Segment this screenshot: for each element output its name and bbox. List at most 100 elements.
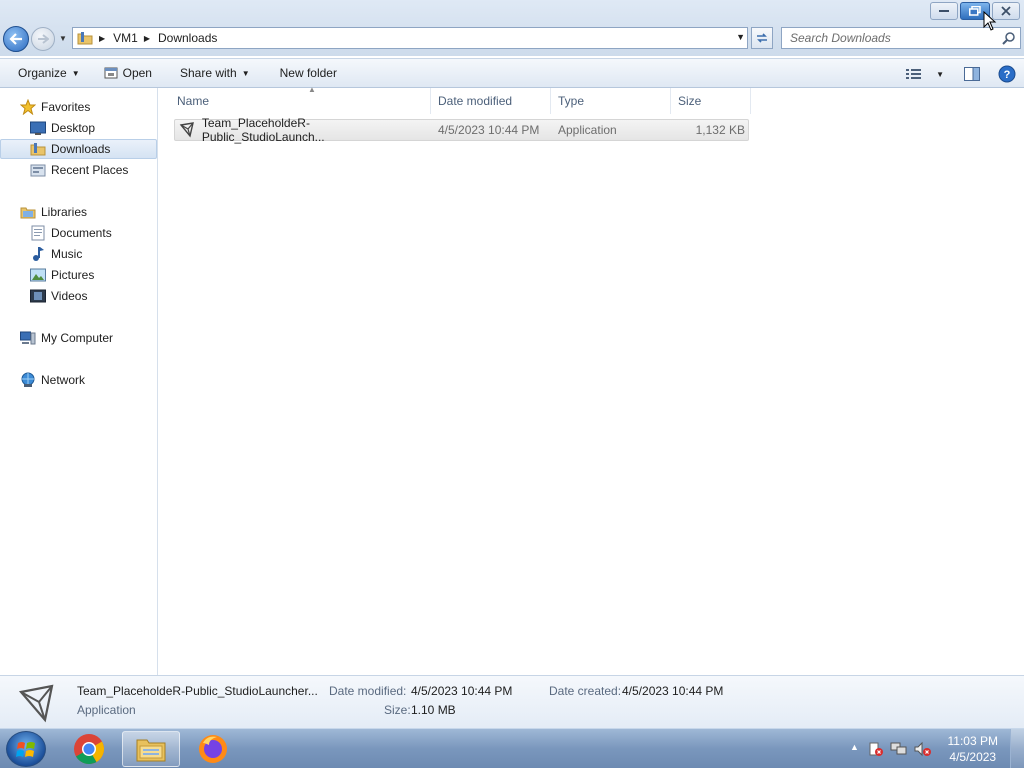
share-with-label: Share with bbox=[179, 66, 237, 80]
sidebar-item-favorites[interactable]: Favorites bbox=[0, 97, 157, 117]
taskbar-chrome[interactable] bbox=[60, 731, 118, 767]
pictures-icon bbox=[30, 267, 46, 283]
column-header-label: Size bbox=[678, 94, 702, 108]
sort-ascending-icon: ▲ bbox=[308, 85, 316, 94]
sidebar-item-network[interactable]: Network bbox=[0, 370, 157, 390]
mouse-cursor-icon bbox=[983, 11, 997, 31]
search-input[interactable] bbox=[782, 28, 992, 48]
unity-app-large-icon bbox=[18, 684, 54, 723]
column-header-date-modified[interactable]: Date modified bbox=[432, 88, 551, 114]
chrome-icon bbox=[74, 734, 105, 765]
details-date-modified-label: Date modified: bbox=[329, 684, 407, 698]
refresh-icon bbox=[757, 33, 767, 43]
address-bar[interactable]: ▶ VM1 ▶ Downloads ▼ bbox=[72, 27, 748, 49]
file-date-modified: 4/5/2023 10:44 PM bbox=[438, 123, 540, 137]
sidebar-item-recent-places[interactable]: Recent Places bbox=[0, 160, 157, 180]
details-pane: Team_PlaceholdeR-Public_StudioLauncher..… bbox=[0, 675, 1024, 728]
firefox-icon bbox=[199, 735, 227, 763]
view-controls: ▼ ? bbox=[896, 62, 1016, 86]
file-size: 1,132 KB bbox=[695, 123, 745, 137]
change-view-button[interactable]: ▼ bbox=[906, 62, 944, 86]
computer-icon bbox=[20, 330, 36, 346]
start-button[interactable] bbox=[6, 731, 46, 767]
breadcrumb-separator-icon[interactable]: ▶ bbox=[99, 34, 105, 43]
address-dropdown-icon[interactable]: ▼ bbox=[736, 32, 745, 42]
sidebar-item-downloads[interactable]: Downloads bbox=[0, 139, 157, 159]
recent-places-icon bbox=[30, 162, 46, 178]
sidebar-item-label: Desktop bbox=[51, 121, 96, 135]
column-header-name[interactable]: Name ▲ bbox=[171, 85, 431, 114]
details-date-modified: 4/5/2023 10:44 PM bbox=[411, 684, 513, 698]
details-date-created-label: Date created: bbox=[549, 684, 622, 698]
sidebar-item-label: Videos bbox=[51, 289, 88, 303]
clock[interactable]: 11:03 PM 4/5/2023 bbox=[948, 733, 998, 765]
breadcrumb-separator-icon[interactable]: ▶ bbox=[144, 34, 150, 43]
back-button[interactable] bbox=[3, 26, 29, 52]
chevron-down-icon: ▼ bbox=[241, 68, 250, 78]
sidebar-item-my-computer[interactable]: My Computer bbox=[0, 328, 157, 348]
column-header-label: Name bbox=[177, 94, 210, 108]
documents-icon bbox=[30, 225, 46, 241]
forward-button[interactable] bbox=[31, 27, 55, 51]
network-icon bbox=[20, 372, 36, 388]
sidebar-item-label: Libraries bbox=[41, 205, 88, 219]
refresh-button[interactable] bbox=[751, 27, 773, 49]
taskbar-firefox[interactable] bbox=[184, 731, 242, 767]
sidebar-item-music[interactable]: Music bbox=[0, 244, 157, 264]
breadcrumb-vm1[interactable]: VM1 bbox=[113, 31, 138, 45]
taskbar-explorer[interactable] bbox=[122, 731, 180, 767]
minimize-button[interactable] bbox=[930, 2, 958, 20]
close-icon bbox=[1001, 6, 1011, 16]
open-button[interactable]: Open bbox=[96, 61, 160, 85]
open-label: Open bbox=[122, 66, 152, 80]
downloads-folder-icon bbox=[30, 141, 46, 157]
navigation-pane: Favorites Desktop Downloads Recent Place… bbox=[0, 88, 158, 675]
search-icon[interactable] bbox=[1002, 31, 1016, 45]
organize-label: Organize bbox=[18, 66, 67, 80]
windows-logo-icon bbox=[16, 742, 35, 757]
recent-pages-dropdown[interactable]: ▼ bbox=[58, 33, 68, 43]
sidebar-item-label: Recent Places bbox=[51, 163, 129, 177]
file-row[interactable]: Team_PlaceholdeR-Public_StudioLaunch... … bbox=[174, 116, 749, 144]
action-center-icon[interactable] bbox=[868, 741, 884, 757]
sidebar-item-pictures[interactable]: Pictures bbox=[0, 265, 157, 285]
sidebar-item-desktop[interactable]: Desktop bbox=[0, 118, 157, 138]
new-folder-label: New folder bbox=[279, 66, 337, 80]
desktop-icon bbox=[30, 120, 46, 136]
unity-app-icon bbox=[179, 122, 194, 138]
network-status-icon[interactable] bbox=[890, 741, 908, 757]
window-controls bbox=[928, 2, 1020, 20]
column-header-type[interactable]: Type bbox=[552, 88, 671, 114]
sidebar-item-label: Documents bbox=[51, 226, 112, 240]
breadcrumb-downloads[interactable]: Downloads bbox=[158, 31, 217, 45]
help-icon: ? bbox=[998, 65, 1016, 83]
system-tray: ▲ 11:03 PM 4/5/2023 bbox=[834, 729, 1024, 768]
sidebar-item-label: My Computer bbox=[41, 331, 114, 345]
file-name-cell: Team_PlaceholdeR-Public_StudioLaunch... bbox=[179, 116, 431, 144]
sidebar-item-label: Network bbox=[41, 373, 86, 387]
taskbar: ▲ 11:03 PM 4/5/2023 bbox=[0, 728, 1024, 768]
preview-pane-button[interactable] bbox=[964, 62, 980, 86]
sidebar-item-libraries[interactable]: Libraries bbox=[0, 202, 157, 222]
volume-muted-icon[interactable] bbox=[914, 741, 932, 757]
show-desktop-button[interactable] bbox=[1010, 729, 1024, 768]
sidebar-item-videos[interactable]: Videos bbox=[0, 286, 157, 306]
open-app-icon bbox=[104, 67, 118, 79]
libraries-icon bbox=[20, 204, 36, 220]
sidebar-item-documents[interactable]: Documents bbox=[0, 223, 157, 243]
arrow-right-icon bbox=[38, 34, 49, 44]
sidebar-item-label: Favorites bbox=[41, 100, 91, 114]
help-button[interactable]: ? bbox=[998, 62, 1016, 86]
chevron-down-icon[interactable]: ▼ bbox=[936, 70, 944, 79]
clock-date: 4/5/2023 bbox=[949, 750, 997, 764]
videos-icon bbox=[30, 288, 46, 304]
file-list-pane: Name ▲ Date modified Type Size Team_Plac… bbox=[159, 85, 1024, 675]
column-header-size[interactable]: Size bbox=[672, 88, 751, 114]
music-icon bbox=[30, 246, 46, 262]
sidebar-item-label: Music bbox=[51, 247, 83, 261]
share-with-button[interactable]: Share with ▼ bbox=[172, 61, 258, 85]
show-hidden-icons-icon[interactable]: ▲ bbox=[850, 742, 859, 752]
new-folder-button[interactable]: New folder bbox=[272, 61, 345, 85]
organize-button[interactable]: Organize ▼ bbox=[10, 61, 88, 85]
title-bar: ▼ ▶ VM1 ▶ Downloads ▼ bbox=[0, 0, 1024, 56]
